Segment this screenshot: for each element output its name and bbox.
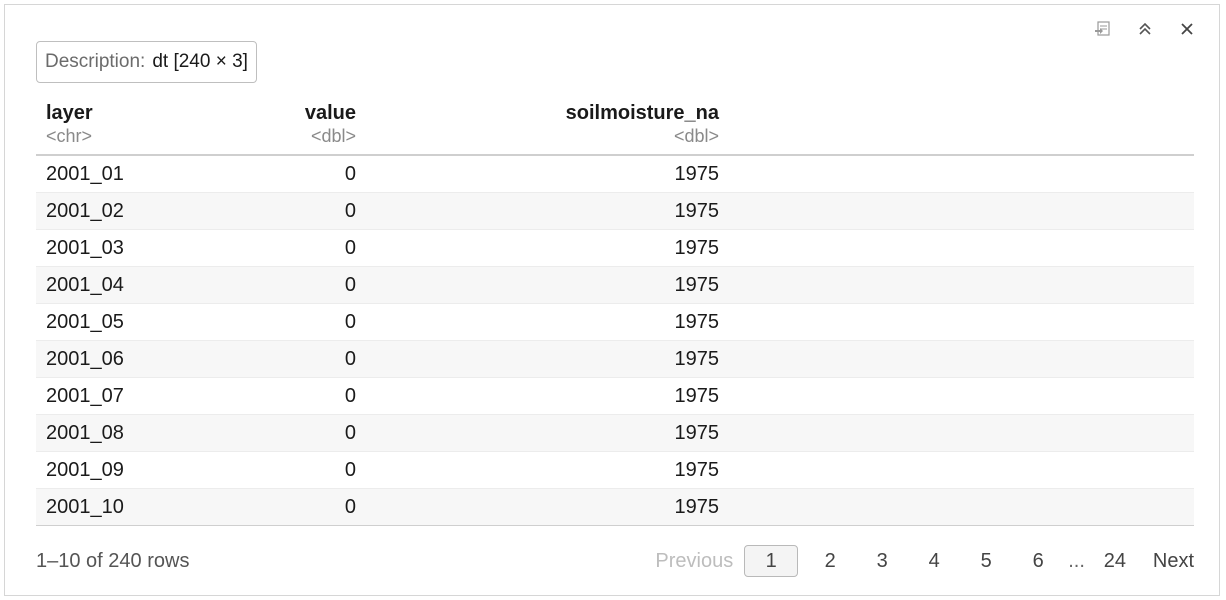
description-label: Description: — [45, 51, 146, 72]
column-header-value[interactable]: value <dbl> — [196, 101, 366, 156]
description-value: dt [240 × 3] — [152, 51, 248, 72]
page-ellipsis: ... — [1068, 549, 1085, 572]
column-header-layer[interactable]: layer <chr> — [36, 101, 196, 156]
cell-soilmoisture-na: 1975 — [366, 488, 729, 526]
row-filler — [729, 192, 1194, 230]
table-row: 2001_07 0 1975 — [36, 377, 1194, 415]
cell-value: 0 — [196, 229, 366, 267]
panel-toolbar — [1093, 19, 1197, 39]
page-2-button[interactable]: 2 — [805, 546, 855, 576]
description-box: Description: dt [240 × 3] — [36, 41, 257, 83]
cell-soilmoisture-na: 1975 — [366, 414, 729, 452]
cell-soilmoisture-na: 1975 — [366, 192, 729, 230]
row-filler — [729, 488, 1194, 526]
table-row: 2001_02 0 1975 — [36, 192, 1194, 230]
cell-value: 0 — [196, 155, 366, 193]
table-row: 2001_10 0 1975 — [36, 488, 1194, 526]
page-5-button[interactable]: 5 — [961, 546, 1011, 576]
column-type: <chr> — [46, 126, 93, 146]
cell-layer: 2001_04 — [36, 266, 196, 304]
page-6-button[interactable]: 6 — [1013, 546, 1063, 576]
cell-soilmoisture-na: 1975 — [366, 266, 729, 304]
column-name: layer — [46, 102, 93, 124]
data-table: layer <chr> value <dbl> soilmoisture_na … — [36, 101, 1194, 526]
cell-soilmoisture-na: 1975 — [366, 377, 729, 415]
cell-soilmoisture-na: 1975 — [366, 451, 729, 489]
table-row: 2001_03 0 1975 — [36, 229, 1194, 267]
page-1-button[interactable]: 1 — [744, 545, 799, 577]
cell-soilmoisture-na: 1975 — [366, 155, 729, 193]
row-filler — [729, 229, 1194, 267]
column-name: soilmoisture_na — [565, 102, 719, 124]
cell-layer: 2001_07 — [36, 377, 196, 415]
cell-layer: 2001_05 — [36, 303, 196, 341]
pagination: Previous 1 2 3 4 5 6 ... 24 Next — [655, 545, 1194, 577]
cell-layer: 2001_06 — [36, 340, 196, 378]
cell-layer: 2001_02 — [36, 192, 196, 230]
export-icon[interactable] — [1093, 19, 1113, 39]
table-row: 2001_05 0 1975 — [36, 303, 1194, 341]
data-viewer-panel: Description: dt [240 × 3] layer <chr> va… — [4, 4, 1220, 596]
cell-value: 0 — [196, 340, 366, 378]
column-type: <dbl> — [310, 126, 356, 146]
page-4-button[interactable]: 4 — [909, 546, 959, 576]
collapse-icon[interactable] — [1135, 19, 1155, 39]
previous-button[interactable]: Previous — [655, 550, 733, 573]
cell-value: 0 — [196, 414, 366, 452]
cell-layer: 2001_09 — [36, 451, 196, 489]
table-row: 2001_06 0 1975 — [36, 340, 1194, 378]
row-filler — [729, 414, 1194, 452]
close-icon[interactable] — [1177, 19, 1197, 39]
row-filler — [729, 155, 1194, 193]
cell-value: 0 — [196, 303, 366, 341]
table-footer: 1–10 of 240 rows Previous 1 2 3 4 5 6 ..… — [36, 545, 1194, 577]
row-filler — [729, 377, 1194, 415]
page-3-button[interactable]: 3 — [857, 546, 907, 576]
cell-value: 0 — [196, 192, 366, 230]
header-filler — [729, 101, 1194, 156]
row-filler — [729, 266, 1194, 304]
column-name: value — [304, 102, 356, 124]
next-button[interactable]: Next — [1153, 550, 1194, 573]
cell-layer: 2001_03 — [36, 229, 196, 267]
column-type: <dbl> — [673, 126, 719, 146]
row-filler — [729, 303, 1194, 341]
cell-value: 0 — [196, 451, 366, 489]
rows-info: 1–10 of 240 rows — [36, 549, 190, 572]
page-24-button[interactable]: 24 — [1090, 546, 1140, 576]
cell-value: 0 — [196, 266, 366, 304]
row-filler — [729, 340, 1194, 378]
cell-layer: 2001_10 — [36, 488, 196, 526]
cell-value: 0 — [196, 377, 366, 415]
cell-layer: 2001_08 — [36, 414, 196, 452]
table-row: 2001_08 0 1975 — [36, 414, 1194, 452]
cell-soilmoisture-na: 1975 — [366, 340, 729, 378]
table-row: 2001_04 0 1975 — [36, 266, 1194, 304]
table-row: 2001_09 0 1975 — [36, 451, 1194, 489]
cell-soilmoisture-na: 1975 — [366, 303, 729, 341]
cell-value: 0 — [196, 488, 366, 526]
table-row: 2001_01 0 1975 — [36, 155, 1194, 193]
row-filler — [729, 451, 1194, 489]
cell-soilmoisture-na: 1975 — [366, 229, 729, 267]
cell-layer: 2001_01 — [36, 155, 196, 193]
column-header-soilmoisture-na[interactable]: soilmoisture_na <dbl> — [366, 101, 729, 156]
table-header-row: layer <chr> value <dbl> soilmoisture_na … — [36, 101, 1194, 156]
